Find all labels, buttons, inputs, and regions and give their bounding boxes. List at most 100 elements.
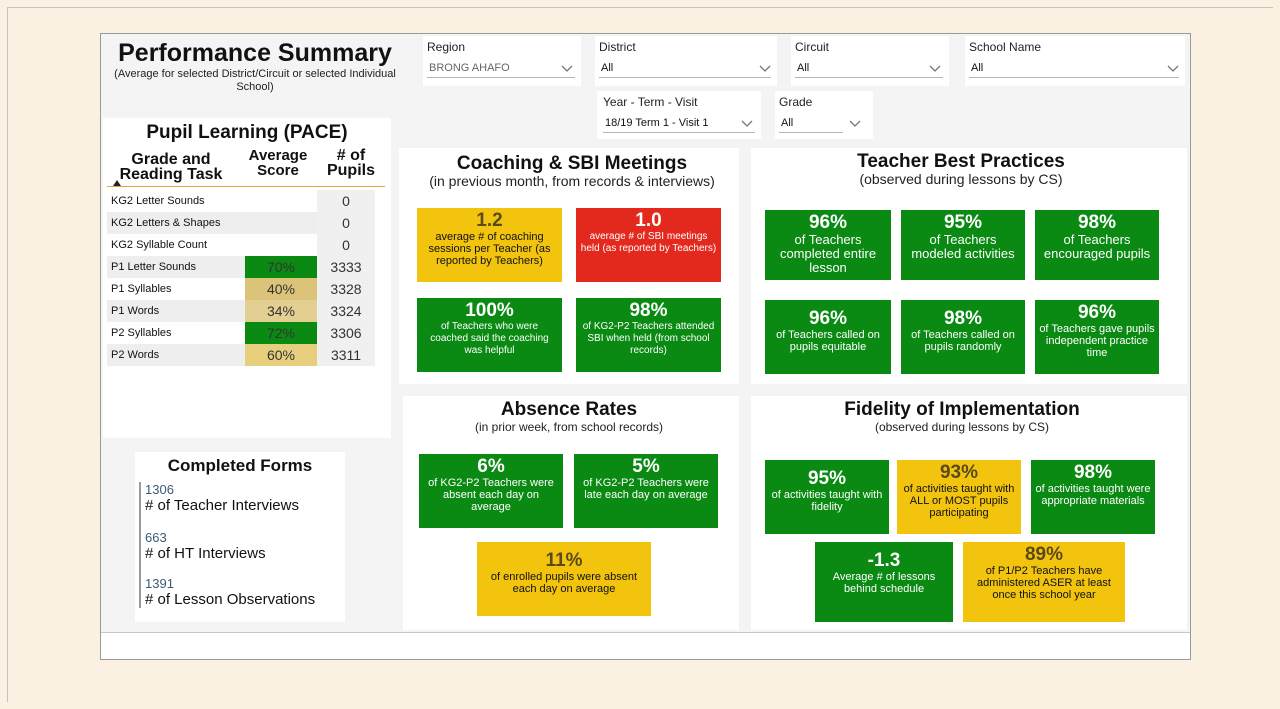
table-row: P2 Words 60% 3311 xyxy=(107,344,375,366)
kpi-value: 93% xyxy=(939,462,979,483)
form-count-ht: 663 # of HT Interviews xyxy=(145,530,266,562)
kpi-value: -1.3 xyxy=(867,550,901,571)
absence-header: Absence Rates (in prior week, from schoo… xyxy=(427,400,711,435)
circuit-slicer[interactable]: Circuit All xyxy=(791,36,949,86)
kpi-description: of KG2-P2 Teachers attended SBI when hel… xyxy=(582,321,715,356)
page-title: Performance Summary xyxy=(118,39,392,67)
header-divider xyxy=(107,186,385,187)
kpi-value: 98% xyxy=(1073,462,1113,483)
kpi-card: 96% of Teachers gave pupils independent … xyxy=(1035,300,1159,374)
district-slicer[interactable]: District All xyxy=(595,36,777,86)
kpi-card: 100% of Teachers who were coached said t… xyxy=(417,298,562,372)
kpi-value: 96% xyxy=(808,212,848,233)
kpi-value: 96% xyxy=(808,308,848,329)
circuit-label: Circuit xyxy=(795,40,830,54)
kpi-description: average # of coaching sessions per Teach… xyxy=(428,231,551,267)
forms-panel: Completed Forms 1306 # of Teacher Interv… xyxy=(135,452,345,622)
kpi-card: 98% of KG2-P2 Teachers attended SBI when… xyxy=(576,298,721,372)
kpi-value: 1.2 xyxy=(476,210,503,231)
region-slicer[interactable]: Region BRONG AHAFO xyxy=(423,36,581,86)
form-count-number: 663 xyxy=(145,530,167,545)
form-count-label: # of Lesson Observations xyxy=(145,591,316,608)
kpi-value: 11% xyxy=(545,550,583,571)
year-term-label: Year - Term - Visit xyxy=(603,95,698,109)
year-term-slicer[interactable]: Year - Term - Visit 18/19 Term 1 - Visit… xyxy=(597,91,761,139)
kpi-value: 100% xyxy=(465,300,514,321)
kpi-card: -1.3 Average # of lessons behind schedul… xyxy=(815,542,953,622)
table-row: P1 Syllables 40% 3328 xyxy=(107,278,375,300)
kpi-value: 89% xyxy=(1024,544,1064,565)
kpi-value: 1.0 xyxy=(635,210,662,231)
chevron-down-icon[interactable] xyxy=(1167,62,1179,74)
kpi-description: average # of SBI meetings held (as repor… xyxy=(580,231,717,254)
circuit-dropdown[interactable]: All xyxy=(795,58,943,78)
task-cell: P2 Words xyxy=(107,344,245,366)
district-dropdown[interactable]: All xyxy=(599,58,771,78)
grade-label: Grade xyxy=(779,95,813,109)
table-row: P1 Words 34% 3324 xyxy=(107,300,375,322)
school-dropdown[interactable]: All xyxy=(969,58,1179,78)
chevron-down-icon[interactable] xyxy=(849,117,861,129)
best-practices-header: Teacher Best Practices (observed during … xyxy=(821,152,1101,187)
kpi-value: 95% xyxy=(807,468,847,489)
report-footer-bar xyxy=(101,632,1190,659)
page-subtitle: (Average for selected District/Circuit o… xyxy=(114,68,396,93)
kpi-card: 5% of KG2-P2 Teachers were late each day… xyxy=(574,454,718,528)
kpi-description: of activities taught with fidelity xyxy=(771,489,883,513)
kpi-description: of P1/P2 Teachers have administered ASER… xyxy=(977,565,1111,601)
pupils-cell: 0 xyxy=(317,212,375,234)
chevron-down-icon[interactable] xyxy=(929,62,941,74)
kpi-value: 98% xyxy=(943,308,983,329)
pupils-cell: 0 xyxy=(317,190,375,212)
chevron-down-icon[interactable] xyxy=(759,62,771,74)
forms-left-rule xyxy=(139,482,141,608)
region-dropdown[interactable]: BRONG AHAFO xyxy=(427,58,575,78)
task-cell: P2 Syllables xyxy=(111,327,172,339)
col-score-header: Average Score xyxy=(248,147,308,179)
kpi-description: Average # of lessons behind schedule xyxy=(832,571,936,595)
best-practices-subtitle: (observed during lessons by CS) xyxy=(859,171,1063,187)
kpi-card: 98% of Teachers called on pupils randoml… xyxy=(901,300,1025,374)
form-count-label: # of Teacher Interviews xyxy=(145,497,299,514)
year-term-dropdown[interactable]: 18/19 Term 1 - Visit 1 xyxy=(603,113,755,133)
kpi-card: 1.2 average # of coaching sessions per T… xyxy=(417,208,562,282)
report-canvas: Performance Summary (Average for selecte… xyxy=(100,33,1191,660)
grade-dropdown[interactable]: All xyxy=(779,113,843,133)
table-row: KG2 Letter Sounds 0 xyxy=(107,190,375,212)
fidelity-title: Fidelity of Implementation xyxy=(844,399,1080,420)
fidelity-header: Fidelity of Implementation (observed dur… xyxy=(817,400,1107,435)
score-cell: 60% xyxy=(245,344,317,366)
kpi-card: 98% of Teachers encouraged pupils xyxy=(1035,210,1159,280)
col-task-header: Grade and Reading Task xyxy=(119,151,223,183)
score-cell xyxy=(245,234,317,256)
district-label: District xyxy=(599,40,636,54)
pace-panel: Pupil Learning (PACE) Grade and Reading … xyxy=(103,118,391,438)
kpi-description: of activities taught with ALL or MOST pu… xyxy=(903,483,1015,519)
chevron-down-icon[interactable] xyxy=(561,62,573,74)
kpi-description: of Teachers who were coached said the co… xyxy=(430,321,549,356)
absence-subtitle: (in prior week, from school records) xyxy=(474,420,664,434)
task-cell: KG2 Letters & Shapes xyxy=(107,212,245,234)
school-slicer[interactable]: School Name All xyxy=(965,36,1185,86)
table-row: KG2 Syllable Count 0 xyxy=(107,234,375,256)
score-cell: 40% xyxy=(245,278,317,300)
pace-title: Pupil Learning (PACE) xyxy=(146,122,348,143)
table-row: P2 Syllables 72% 3306 xyxy=(107,322,375,344)
task-cell: P1 Syllables xyxy=(111,283,172,295)
forms-title: Completed Forms xyxy=(167,456,313,475)
kpi-card: 95% of activities taught with fidelity xyxy=(765,460,889,534)
kpi-card: 11% of enrolled pupils were absent each … xyxy=(477,542,651,616)
score-cell: 70% xyxy=(245,256,317,278)
grade-slicer[interactable]: Grade All xyxy=(775,91,873,139)
pupils-cell: 3324 xyxy=(317,300,375,322)
chevron-down-icon[interactable] xyxy=(741,117,753,129)
kpi-value: 6% xyxy=(477,456,505,477)
score-cell: 34% xyxy=(245,300,317,322)
kpi-description: of Teachers modeled activities xyxy=(911,232,1015,261)
task-cell: KG2 Syllable Count xyxy=(111,239,207,251)
kpi-description: of Teachers called on pupils equitable xyxy=(776,329,880,353)
col-pupils-header: # of Pupils xyxy=(326,147,375,179)
kpi-description: of Teachers called on pupils randomly xyxy=(911,329,1015,353)
pupils-cell: 3306 xyxy=(317,322,375,344)
best-practices-title: Teacher Best Practices xyxy=(857,151,1065,172)
